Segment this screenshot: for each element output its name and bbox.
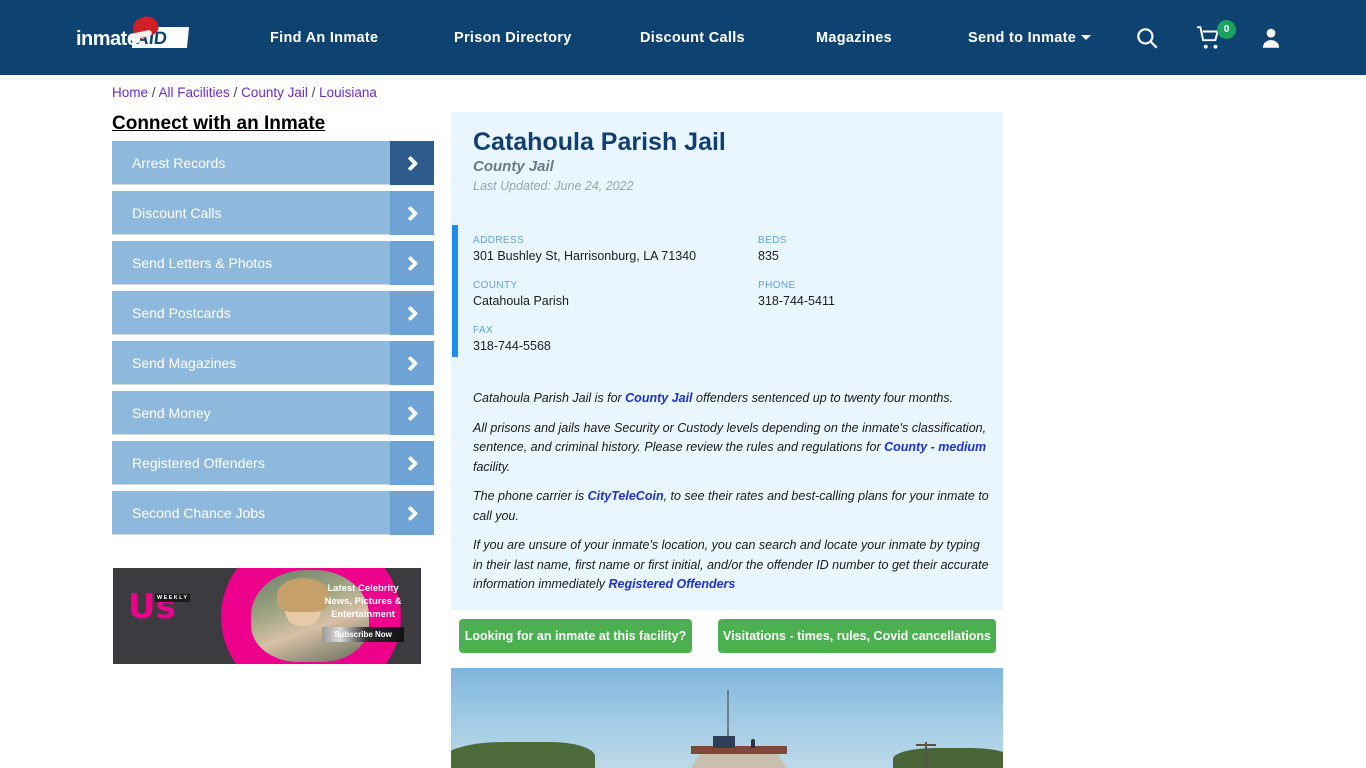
breadcrumb: Home / All Facilities / County Jail / Lo…	[112, 85, 377, 100]
sidebar-item-label: Discount Calls	[132, 204, 222, 221]
chevron-down-icon	[1081, 35, 1092, 41]
desc-text: facility.	[473, 459, 511, 474]
facility-field-phone: PHONE 318-744-5411	[758, 280, 835, 308]
field-label: BEDS	[758, 235, 787, 246]
field-value: 301 Bushley St, Harrisonburg, LA 71340	[473, 249, 697, 263]
chevron-right-icon	[390, 391, 434, 435]
breadcrumb-item-louisiana[interactable]: Louisiana	[319, 85, 377, 100]
page-title: Catahoula Parish Jail	[473, 128, 726, 156]
link-registered-offenders[interactable]: Registered Offenders	[608, 577, 735, 591]
link-county-jail[interactable]: County Jail	[625, 391, 692, 405]
nav-item-magazines[interactable]: Magazines	[816, 30, 892, 46]
cart-count-badge: 0	[1217, 20, 1236, 39]
user-account-icon[interactable]	[1258, 25, 1284, 51]
description-paragraph-2: All prisons and jails have Security or C…	[473, 419, 993, 478]
search-icon[interactable]	[1134, 25, 1160, 51]
chevron-right-icon	[390, 441, 434, 485]
chevron-right-icon	[390, 191, 434, 235]
field-label: PHONE	[758, 280, 796, 291]
chevron-right-icon	[390, 491, 434, 535]
logo-text: inmate	[76, 28, 138, 50]
link-cityteleCoin[interactable]: CityTeleCoin	[588, 489, 664, 503]
sidebar-item-label: Second Chance Jobs	[132, 504, 266, 521]
desc-text: Catahoula Parish Jail is for	[473, 391, 626, 405]
field-value: 835	[758, 249, 779, 263]
photo-roof-edge	[691, 746, 787, 754]
sidebar-item-label: Send Postcards	[132, 304, 231, 321]
facility-details-column-right: BEDS 835 PHONE 318-744-5411	[758, 235, 835, 325]
sidebar-item-discount-calls[interactable]: Discount Calls	[112, 191, 434, 235]
sidebar-item-arrest-records[interactable]: Arrest Records	[112, 141, 434, 185]
field-label: COUNTY	[473, 280, 518, 291]
sidebar-item-send-magazines[interactable]: Send Magazines	[112, 341, 434, 385]
advertisement-banner[interactable]: Us WEEKLY Latest Celebrity News, Picture…	[113, 568, 421, 664]
chevron-right-icon	[390, 241, 434, 285]
breadcrumb-item-home[interactable]: Home	[112, 85, 148, 100]
photo-trees-right	[893, 748, 1003, 768]
sidebar-item-label: Send Money	[132, 404, 211, 421]
breadcrumb-item-county-jail[interactable]: County Jail	[241, 85, 308, 100]
sidebar-item-send-letters-photos[interactable]: Send Letters & Photos	[112, 241, 434, 285]
description-paragraph-1: Catahoula Parish Jail is for County Jail…	[473, 389, 993, 409]
photo-roof-unit	[713, 736, 735, 748]
sidebar-item-label: Arrest Records	[132, 154, 226, 171]
chevron-right-icon	[390, 291, 434, 335]
sidebar-menu: Arrest Records Discount Calls Send Lette…	[112, 141, 434, 541]
facility-field-beds: BEDS 835	[758, 235, 835, 263]
nav-item-discount-calls[interactable]: Discount Calls	[640, 30, 745, 46]
nav-item-send-to-inmate[interactable]: Send to Inmate	[968, 29, 1092, 46]
ad-subscribe-button[interactable]: Subscribe Now	[322, 627, 404, 642]
photo-utility-pole	[916, 742, 936, 768]
desc-text: offenders sentenced up to twenty four mo…	[692, 391, 954, 405]
ad-line-3: Entertainment	[331, 609, 395, 620]
top-navigation-bar: inmate AID Find An Inmate Prison Directo…	[0, 0, 1366, 75]
field-value: Catahoula Parish	[473, 294, 569, 308]
facility-type: County Jail	[473, 158, 554, 175]
ad-copy: Latest Celebrity News, Pictures & Entert…	[311, 582, 415, 642]
facility-details-column-left: ADDRESS 301 Bushley St, Harrisonburg, LA…	[473, 235, 696, 370]
chevron-right-icon	[390, 141, 434, 185]
sidebar-item-label: Send Letters & Photos	[132, 254, 273, 271]
sidebar-item-label: Send Magazines	[132, 354, 237, 371]
breadcrumb-separator: /	[148, 85, 159, 100]
description-paragraph-4: If you are unsure of your inmate's locat…	[473, 536, 993, 595]
breadcrumb-item-all-facilities[interactable]: All Facilities	[159, 85, 230, 100]
description-paragraph-3: The phone carrier is CityTeleCoin, to se…	[473, 487, 993, 526]
facility-field-address: ADDRESS 301 Bushley St, Harrisonburg, LA…	[473, 235, 696, 263]
chevron-right-icon	[390, 341, 434, 385]
facility-field-county: COUNTY Catahoula Parish	[473, 280, 696, 308]
breadcrumb-separator: /	[307, 85, 320, 100]
visitations-button[interactable]: Visitations - times, rules, Covid cancel…	[718, 619, 996, 653]
facility-field-fax: FAX 318-744-5568	[473, 325, 696, 353]
ad-line-1: Latest Celebrity	[327, 583, 399, 594]
facility-info-card: Catahoula Parish Jail County Jail Last U…	[451, 112, 1003, 610]
photo-figure	[751, 739, 755, 748]
sidebar-item-registered-offenders[interactable]: Registered Offenders	[112, 441, 434, 485]
breadcrumb-separator: /	[229, 85, 242, 100]
inmate-search-button[interactable]: Looking for an inmate at this facility?	[459, 619, 692, 653]
sidebar-item-send-postcards[interactable]: Send Postcards	[112, 291, 434, 335]
info-accent-bar	[452, 225, 458, 357]
nav-item-find-an-inmate[interactable]: Find An Inmate	[270, 30, 378, 46]
field-label: FAX	[473, 325, 494, 336]
last-updated-text: Last Updated: June 24, 2022	[473, 179, 634, 193]
field-value: 318-744-5411	[758, 294, 835, 308]
facility-exterior-photo	[451, 668, 1003, 768]
sidebar-heading: Connect with an Inmate	[112, 113, 326, 134]
facility-description: Catahoula Parish Jail is for County Jail…	[473, 389, 993, 605]
field-value: 318-744-5568	[473, 339, 551, 353]
photo-antenna	[727, 690, 729, 738]
link-county-medium[interactable]: County - medium	[884, 440, 986, 454]
ad-line-2: News, Pictures &	[324, 596, 402, 607]
photo-trees-left	[451, 742, 595, 768]
sidebar-item-send-money[interactable]: Send Money	[112, 391, 434, 435]
site-logo[interactable]: inmate AID	[76, 13, 190, 57]
sidebar-item-label: Registered Offenders	[132, 454, 265, 471]
desc-text: The phone carrier is	[473, 489, 588, 503]
ad-brand-sublabel: WEEKLY	[155, 594, 191, 602]
nav-item-prison-directory[interactable]: Prison Directory	[454, 30, 572, 46]
sidebar-item-second-chance-jobs[interactable]: Second Chance Jobs	[112, 491, 434, 535]
field-label: ADDRESS	[473, 235, 525, 246]
nav-item-send-to-inmate-label: Send to Inmate	[968, 29, 1077, 46]
